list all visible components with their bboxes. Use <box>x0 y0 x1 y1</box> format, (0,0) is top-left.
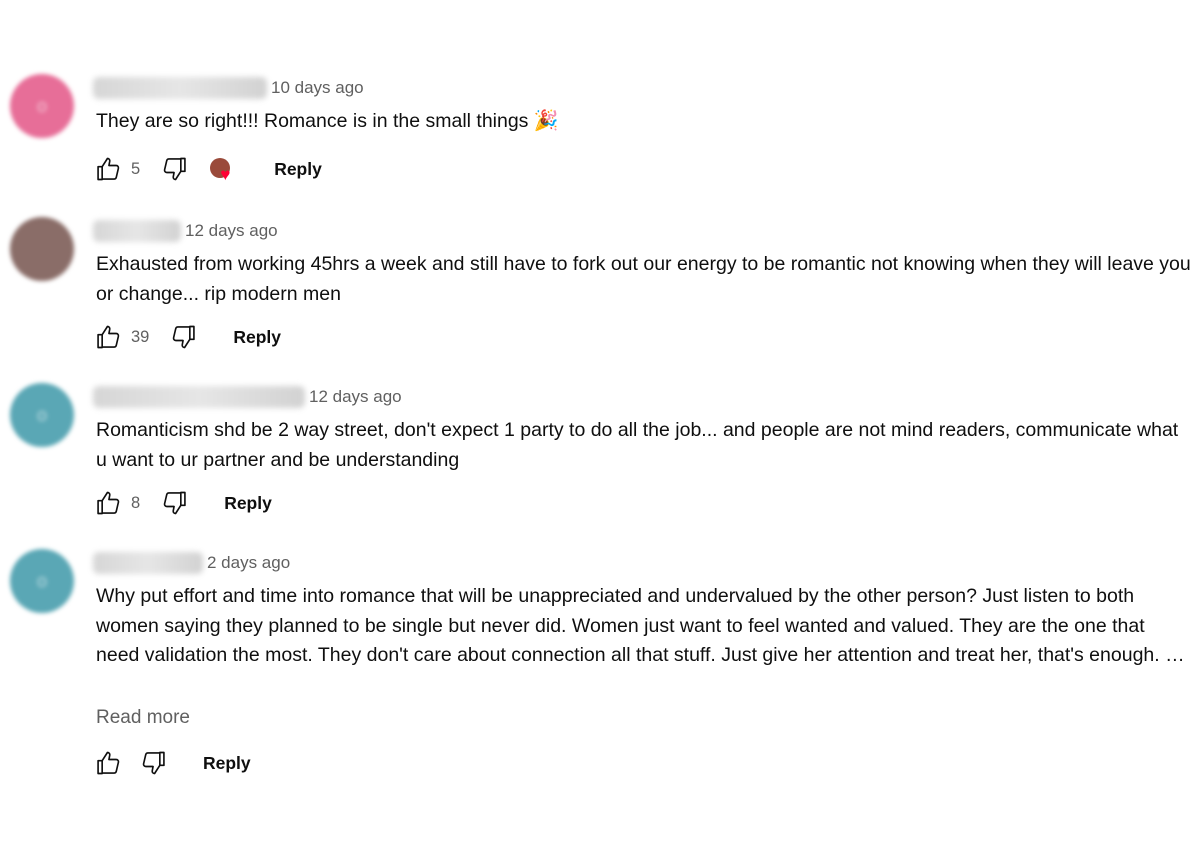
thumbs-down-icon[interactable] <box>160 154 190 184</box>
avatar[interactable] <box>10 217 74 281</box>
comment-text-content: They are so right!!! Romance is in the s… <box>96 110 529 132</box>
thumbs-up-icon[interactable] <box>93 154 123 184</box>
like-count: 8 <box>131 493 141 512</box>
read-more-link[interactable]: Read more <box>96 707 190 729</box>
thumbs-down-icon[interactable] <box>160 488 190 518</box>
party-emoji: 🎉 <box>533 110 559 132</box>
comment-header: 12 days ago <box>93 217 278 245</box>
reply-button[interactable]: Reply <box>203 753 251 774</box>
like-count: 39 <box>131 327 150 346</box>
comment-actions: 5 ♥ Reply <box>93 153 322 185</box>
avatar[interactable]: o <box>10 383 74 447</box>
username-blurred[interactable] <box>93 220 181 242</box>
comment-text: Romanticism shd be 2 way street, don't e… <box>96 419 1179 471</box>
comment-timestamp[interactable]: 10 days ago <box>271 78 364 98</box>
comment-actions: 8 Reply <box>93 487 272 519</box>
thumbs-down-icon[interactable] <box>139 748 169 778</box>
comment-timestamp[interactable]: 2 days ago <box>207 553 290 573</box>
comment-text: They are so right!!! Romance is in the s… <box>96 107 1192 137</box>
like-count: 5 <box>131 159 141 178</box>
comment-header: 10 days ago <box>93 74 364 102</box>
comment-actions: Reply <box>93 747 251 779</box>
thumbs-up-icon[interactable] <box>93 488 123 518</box>
comment-text: Exhausted from working 45hrs a week and … <box>96 253 1191 305</box>
creator-heart-icon: ♥ <box>208 154 238 184</box>
comment-timestamp[interactable]: 12 days ago <box>185 221 278 241</box>
comment-text: Why put effort and time into romance tha… <box>96 585 1185 666</box>
username-blurred[interactable] <box>93 552 203 574</box>
comment-timestamp[interactable]: 12 days ago <box>309 387 402 407</box>
comment-header: 12 days ago <box>93 383 402 411</box>
heart-icon: ♥ <box>220 165 231 184</box>
username-blurred[interactable] <box>93 386 305 408</box>
reply-button[interactable]: Reply <box>224 493 272 514</box>
thumbs-down-icon[interactable] <box>169 322 199 352</box>
avatar[interactable]: o <box>10 549 74 613</box>
avatar[interactable]: o <box>10 74 74 138</box>
comment-actions: 39 Reply <box>93 321 281 353</box>
thumbs-up-icon[interactable] <box>93 322 123 352</box>
comment-header: 2 days ago <box>93 549 290 577</box>
thumbs-up-icon[interactable] <box>93 748 123 778</box>
reply-button[interactable]: Reply <box>274 159 322 180</box>
username-blurred[interactable] <box>93 77 267 99</box>
reply-button[interactable]: Reply <box>233 327 281 348</box>
